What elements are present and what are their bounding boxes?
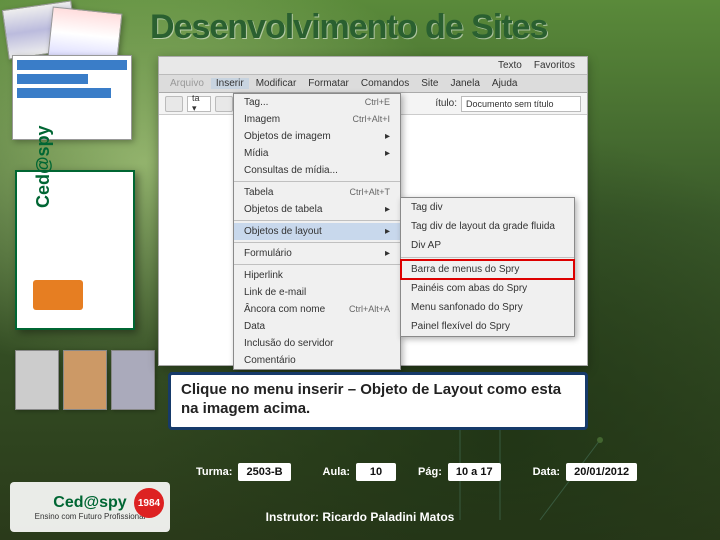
menu-ajuda[interactable]: Ajuda [487,78,523,89]
menu-item[interactable]: Inclusão do servidor [234,335,400,352]
submenu-item[interactable]: Painel flexível do Spry [401,317,574,336]
layout-objects-submenu: Tag divTag div de layout da grade fluida… [400,197,575,337]
logo-brand: Ced@spy [53,494,126,512]
book-brand: Ced@spy [33,125,54,208]
submenu-item[interactable]: Div AP [401,236,574,255]
menu-janela[interactable]: Janela [445,78,484,89]
aula-label: Aula: [323,466,351,478]
window-tabs: Texto Favoritos [159,57,587,75]
book-cover: Ced@spy [15,170,135,330]
turma-label: Turma: [196,466,232,478]
submenu-item[interactable]: Menu sanfonado do Spry [401,298,574,317]
decorative-thumbnails-mid [15,350,155,420]
submenu-item[interactable]: Tag div de layout da grade fluida [401,217,574,236]
menu-item[interactable]: Tag...Ctrl+E [234,94,400,111]
menu-formatar[interactable]: Formatar [303,78,354,89]
menu-item[interactable]: Consultas de mídia... [234,162,400,179]
menu-inserir[interactable]: Inserir [211,78,249,89]
menu-item[interactable]: Mídia▸ [234,145,400,162]
book-badge [33,280,83,310]
logo-footer: Ced@spy Ensino com Futuro Profissional 1… [10,482,170,532]
tool-button-2[interactable] [215,96,233,112]
menu-site[interactable]: Site [416,78,443,89]
font-select[interactable]: ta ▾ [187,96,211,112]
instructor-name: Ricardo Paladini Matos [322,510,454,524]
submenu-item[interactable]: Barra de menus do Spry [401,260,574,279]
instructor-line: Instrutor: Ricardo Paladini Matos [0,510,720,524]
menu-item[interactable]: Objetos de imagem▸ [234,128,400,145]
tab-favoritos[interactable]: Favoritos [528,60,581,71]
insert-menu-dropdown: Tag...Ctrl+EImagemCtrl+Alt+IObjetos de i… [233,93,401,370]
turma-value: 2503-B [238,463,290,481]
menu-item[interactable]: Data [234,318,400,335]
aula-value: 10 [356,463,396,481]
tool-button[interactable] [165,96,183,112]
menu-item[interactable]: Comentário [234,352,400,369]
data-value: 20/01/2012 [566,463,637,481]
menu-item[interactable]: ImagemCtrl+Alt+I [234,111,400,128]
submenu-item[interactable]: Painéis com abas do Spry [401,279,574,298]
menu-item[interactable]: Formulário▸ [234,245,400,262]
menu-arquivo[interactable]: Arquivo [165,78,209,89]
menu-item[interactable]: Link de e-mail [234,284,400,301]
menu-item[interactable]: Objetos de tabela▸ [234,201,400,218]
menu-item[interactable]: Hiperlink [234,267,400,284]
menu-comandos[interactable]: Comandos [356,78,414,89]
dreamweaver-window: Texto Favoritos Arquivo Inserir Modifica… [158,56,588,366]
tab-texto[interactable]: Texto [492,60,528,71]
submenu-item[interactable]: Tag div [401,198,574,217]
menu-modificar[interactable]: Modificar [251,78,302,89]
menu-item[interactable]: Objetos de layout▸ [234,223,400,240]
page-title: Desenvolvimento de Sites [150,8,547,47]
menu-item[interactable]: Âncora com nomeCtrl+Alt+A [234,301,400,318]
pag-value: 10 a 17 [448,463,501,481]
title-input[interactable]: Documento sem título [461,96,581,112]
instruction-text: Clique no menu inserir – Objeto de Layou… [168,372,588,430]
instructor-label: Instrutor: [266,510,319,524]
menu-bar: Arquivo Inserir Modificar Formatar Coman… [159,75,587,93]
menu-item[interactable]: TabelaCtrl+Alt+T [234,184,400,201]
title-label: ítulo: [435,98,457,109]
pag-label: Pág: [418,466,442,478]
data-label: Data: [533,466,561,478]
